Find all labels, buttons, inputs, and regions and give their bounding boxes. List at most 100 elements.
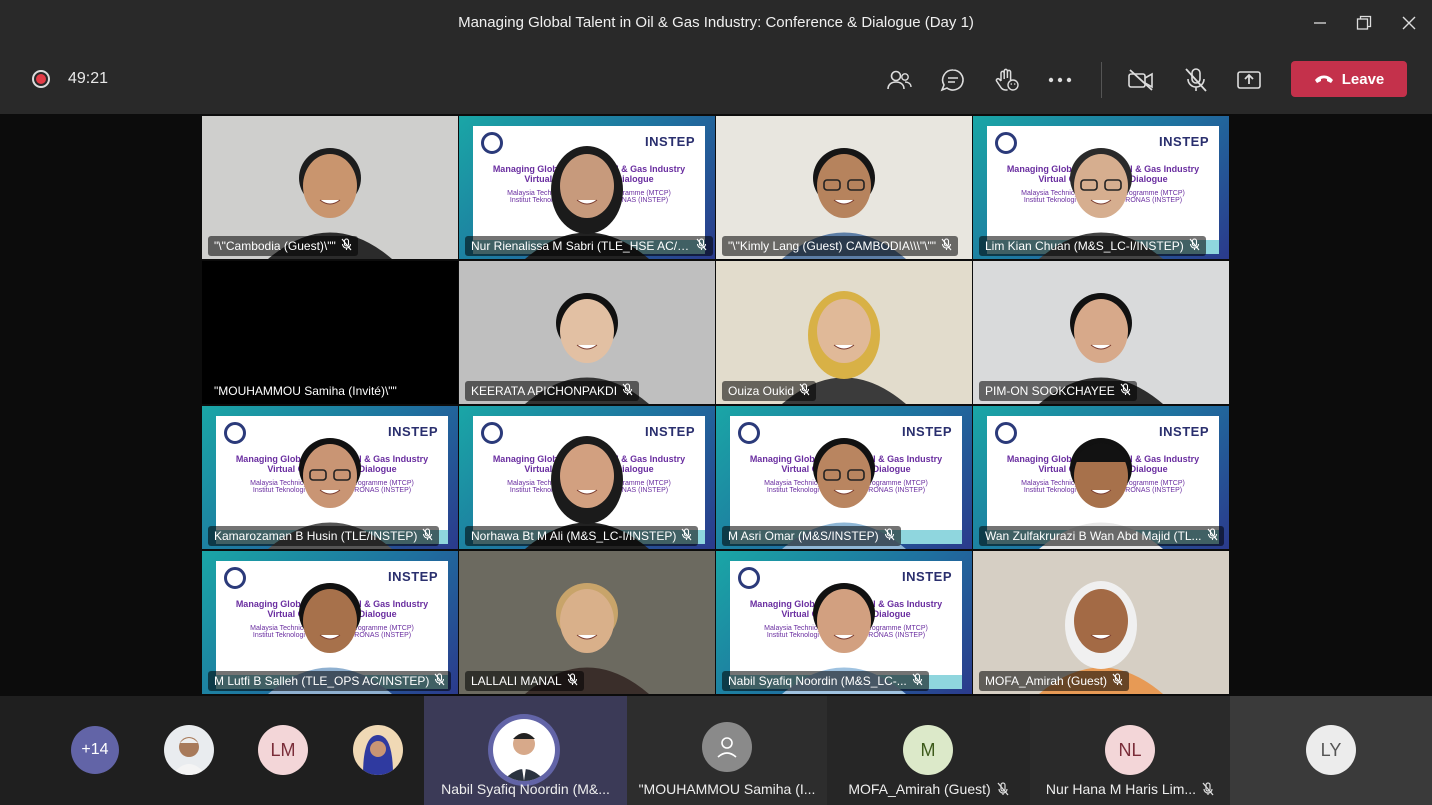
- mic-muted-icon: [799, 383, 810, 399]
- avatar-nl: NL: [1105, 725, 1155, 775]
- more-options-icon[interactable]: [1044, 64, 1076, 96]
- person-icon: [717, 737, 737, 758]
- mic-off-icon[interactable]: [1180, 64, 1212, 96]
- participant-label: "MOUHAMMOU Samiha (I...: [627, 781, 827, 797]
- video-tile[interactable]: KEERATA APICHONPAKDI: [459, 261, 715, 404]
- mic-muted-icon: [422, 528, 433, 544]
- video-tile[interactable]: MOFA_Amirah (Guest): [973, 551, 1229, 694]
- participant-nametag: M Lutfi B Salleh (TLE_OPS AC/INSTEP): [208, 671, 452, 691]
- more-participants-badge[interactable]: +14: [71, 726, 119, 774]
- video-tile[interactable]: INSTEPManaging Global Talent in Oil & Ga…: [459, 406, 715, 549]
- mic-muted-icon: [567, 673, 578, 689]
- video-tile[interactable]: "\"Kimly Lang (Guest) CAMBODIA\\\"\"": [716, 116, 972, 259]
- video-tile[interactable]: INSTEPManaging Global Talent in Oil & Ga…: [459, 116, 715, 259]
- video-tile[interactable]: Ouiza Oukid: [716, 261, 972, 404]
- mic-muted-icon: [941, 238, 952, 254]
- participant-name: Nur Hana M Haris Lim...: [1045, 781, 1197, 797]
- video-tile[interactable]: INSTEPManaging Global Talent in Oil & Ga…: [202, 406, 458, 549]
- video-tile[interactable]: INSTEPManaging Global Talent in Oil & Ga…: [973, 116, 1229, 259]
- mic-muted-icon: [1202, 782, 1214, 796]
- participant-name: M Asri Omar (M&S/INSTEP): [728, 529, 879, 543]
- participant-nametag: LALLALI MANAL: [465, 671, 584, 691]
- participant-nametag: "\"Cambodia (Guest)\"": [208, 236, 358, 256]
- video-tile[interactable]: "\"Cambodia (Guest)\"": [202, 116, 458, 259]
- avatar-lm[interactable]: LM: [258, 725, 308, 775]
- minimize-icon[interactable]: [1305, 8, 1335, 38]
- avatar-ly: LY: [1306, 725, 1356, 775]
- phone-hangup-icon: [1314, 75, 1333, 83]
- people-icon[interactable]: [883, 64, 915, 96]
- mic-muted-icon: [1189, 238, 1200, 254]
- video-tile[interactable]: INSTEPManaging Global Talent in Oil & Ga…: [973, 406, 1229, 549]
- mic-muted-icon: [622, 383, 633, 399]
- video-gallery: "\"Cambodia (Guest)\"" INSTEP Managing Glo…: [0, 114, 1432, 696]
- participant-nametag: PIM-ON SOOKCHAYEE: [979, 381, 1137, 401]
- video-tile[interactable]: PIM-ON SOOKCHAYEE: [973, 261, 1229, 404]
- chat-icon[interactable]: [937, 64, 969, 96]
- avatar-generic: [702, 722, 752, 772]
- participant-nametag: Nur Rienalissa M Sabri (TLE_HSE AC/IN...: [465, 236, 713, 256]
- meeting-timer: 49:21: [68, 70, 109, 87]
- participant-name: "MOUHAMMOU Samiha (Invité)\"": [214, 384, 397, 398]
- participant-nametag: Norhawa Bt M Ali (M&S_LC-I/INSTEP): [465, 526, 699, 546]
- avatar-photo-woman[interactable]: [353, 725, 403, 775]
- participant-name: PIM-ON SOOKCHAYEE: [985, 384, 1115, 398]
- participant-name: Lim Kian Chuan (M&S_LC-I/INSTEP): [985, 239, 1184, 253]
- share-screen-icon[interactable]: [1233, 64, 1265, 96]
- participant-nametag: MOFA_Amirah (Guest): [979, 671, 1130, 691]
- participant-label: MOFA_Amirah (Guest): [827, 781, 1030, 797]
- participant-label: Nur Hana M Haris Lim...: [1030, 781, 1230, 797]
- close-icon[interactable]: [1394, 8, 1424, 38]
- participant-nametag: Nabil Syafiq Noordin (M&S_LC-...: [722, 671, 929, 691]
- window-title: Managing Global Talent in Oil & Gas Indu…: [458, 14, 974, 31]
- mic-muted-icon: [884, 528, 895, 544]
- participant-strip: +14 LM Nabil Syafiq Noordin (M&... "MOUH…: [0, 696, 1432, 805]
- participant-panel-mofa[interactable]: M MOFA_Amirah (Guest): [827, 696, 1030, 805]
- participant-name: LALLALI MANAL: [471, 674, 562, 688]
- maximize-icon[interactable]: [1349, 8, 1379, 38]
- participant-nametag: "\"Kimly Lang (Guest) CAMBODIA\\\"\"": [722, 236, 959, 256]
- participant-name: KEERATA APICHONPAKDI: [471, 384, 618, 398]
- participant-panel-nurhana[interactable]: NL Nur Hana M Haris Lim...: [1030, 696, 1230, 805]
- title-bar: Managing Global Talent in Oil & Gas Indu…: [0, 0, 1432, 46]
- participant-nametag: M Asri Omar (M&S/INSTEP): [722, 526, 901, 546]
- video-tile[interactable]: INSTEPManaging Global Talent in Oil & Ga…: [716, 551, 972, 694]
- participant-nametag: Ouiza Oukid: [722, 381, 817, 401]
- participant-name: Nabil Syafiq Noordin (M&S_LC-...: [728, 674, 907, 688]
- mic-muted-icon: [997, 782, 1009, 796]
- mic-muted-icon: [1112, 673, 1123, 689]
- video-tile[interactable]: LALLALI MANAL: [459, 551, 715, 694]
- participant-name: M Lutfi B Salleh (TLE_OPS AC/INSTEP): [214, 674, 430, 688]
- participant-name: Norhawa Bt M Ali (M&S_LC-I/INSTEP): [471, 529, 677, 543]
- participant-name: Ouiza Oukid: [728, 384, 795, 398]
- participant-nametag: Wan Zulfakrurazi B Wan Abd Majid (TL...: [979, 526, 1224, 546]
- mic-muted-icon: [1120, 383, 1131, 399]
- participant-name: Wan Zulfakrurazi B Wan Abd Majid (TL...: [985, 529, 1202, 543]
- video-tile[interactable]: INSTEPManaging Global Talent in Oil & Ga…: [716, 406, 972, 549]
- raise-hand-icon[interactable]: [991, 64, 1023, 96]
- participant-nametag: Kamarozaman B Husin (TLE/INSTEP): [208, 526, 440, 546]
- video-tile[interactable]: "MOUHAMMOU Samiha (Invité)\"": [202, 261, 458, 404]
- video-tile[interactable]: INSTEPManaging Global Talent in Oil & Ga…: [202, 551, 458, 694]
- mic-muted-icon: [434, 673, 445, 689]
- participant-panel-mouhammou[interactable]: "MOUHAMMOU Samiha (I...: [627, 696, 827, 805]
- participant-name: MOFA_Amirah (Guest): [985, 674, 1108, 688]
- mic-muted-icon: [681, 528, 692, 544]
- participant-name: "\"Kimly Lang (Guest) CAMBODIA\\\"\"": [728, 239, 937, 253]
- meeting-toolbar: 49:21 Leave: [0, 46, 1432, 114]
- participant-name: "\"Cambodia (Guest)\"": [214, 239, 336, 253]
- participant-nametag: Lim Kian Chuan (M&S_LC-I/INSTEP): [979, 236, 1206, 256]
- participant-panel-ly[interactable]: LY: [1230, 696, 1432, 805]
- camera-off-icon[interactable]: [1125, 64, 1157, 96]
- participant-name: Kamarozaman B Husin (TLE/INSTEP): [214, 529, 418, 543]
- toolbar-divider: [1101, 62, 1102, 98]
- leave-button[interactable]: Leave: [1291, 61, 1407, 97]
- mic-muted-icon: [912, 673, 923, 689]
- participant-panel-nabil[interactable]: Nabil Syafiq Noordin (M&...: [424, 696, 627, 805]
- participant-label: Nabil Syafiq Noordin (M&...: [424, 781, 627, 797]
- avatar-nabil: [493, 719, 555, 781]
- participant-name: MOFA_Amirah (Guest): [848, 781, 991, 797]
- avatar-photo-man[interactable]: [164, 725, 214, 775]
- mic-muted-icon: [696, 238, 707, 254]
- recording-icon: [32, 70, 50, 88]
